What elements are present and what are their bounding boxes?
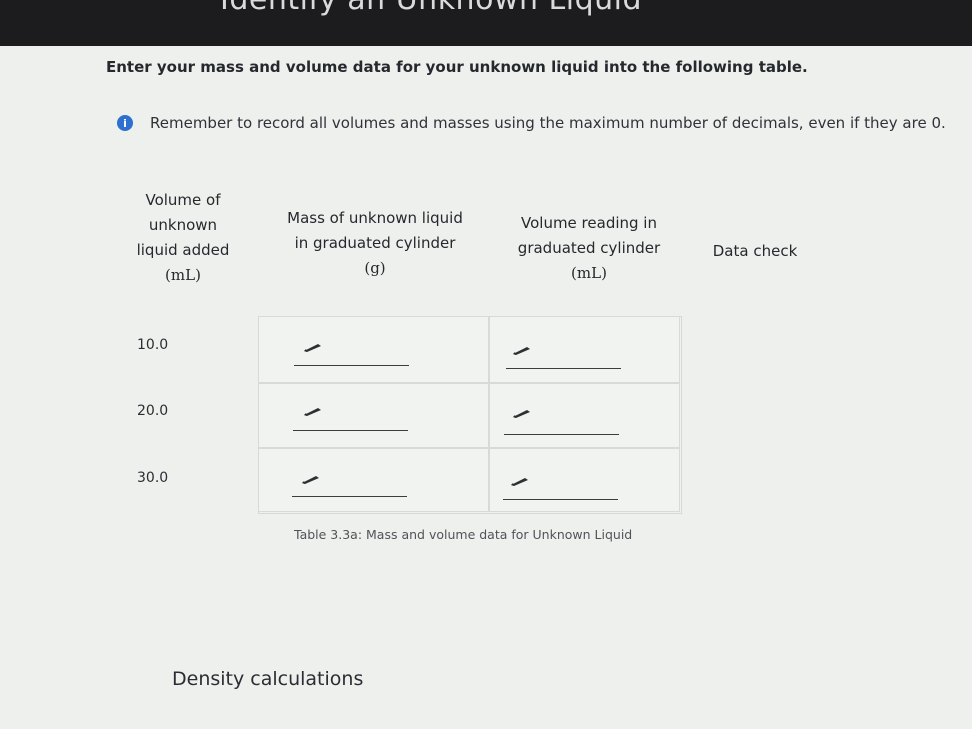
input-underline <box>294 365 409 366</box>
pencil-icon <box>302 476 319 484</box>
row-label-volume: 20.0 <box>137 403 169 419</box>
page-header-title: Identify an Unknown Liquid <box>220 0 642 17</box>
input-underline <box>292 496 407 497</box>
column-header-volume-added: Volume of unknown liquid added (mL) <box>128 188 238 288</box>
volume-reading-input-cell[interactable] <box>489 383 680 448</box>
row-label-volume: 10.0 <box>137 337 169 353</box>
header-line: in graduated cylinder <box>294 234 456 252</box>
header-line: Mass of unknown liquid <box>287 209 463 227</box>
header-line: unknown <box>148 216 218 234</box>
header-unit: (g) <box>364 259 386 277</box>
table-caption: Table 3.3a: Mass and volume data for Unk… <box>294 527 633 542</box>
volume-reading-input-cell[interactable] <box>489 316 680 383</box>
column-header-volume-reading: Volume reading in graduated cylinder (mL… <box>495 211 683 286</box>
info-note-text: Remember to record all volumes and masse… <box>150 114 946 132</box>
header-line: graduated cylinder <box>517 239 661 257</box>
header-unit: (mL) <box>165 266 201 284</box>
pencil-icon <box>513 410 530 418</box>
mass-input-cell[interactable] <box>258 383 489 448</box>
pencil-icon <box>304 408 321 416</box>
header-unit: (mL) <box>571 264 607 282</box>
input-underline <box>503 499 618 500</box>
row-label-volume: 30.0 <box>137 470 169 486</box>
input-underline <box>504 434 619 435</box>
info-icon: i <box>117 115 133 131</box>
mass-input-cell[interactable] <box>258 316 489 383</box>
input-underline <box>506 368 621 369</box>
header-line: liquid added <box>136 241 230 259</box>
header-line: Volume of <box>145 191 221 209</box>
top-bar: Identify an Unknown Liquid <box>0 0 972 46</box>
info-note: i Remember to record all volumes and mas… <box>117 114 946 132</box>
section-title: Density calculations <box>172 668 364 690</box>
input-underline <box>293 430 408 431</box>
pencil-icon <box>304 344 321 352</box>
column-header-mass: Mass of unknown liquid in graduated cyli… <box>268 206 482 281</box>
pencil-icon <box>513 347 530 355</box>
instruction-text: Enter your mass and volume data for your… <box>106 58 808 76</box>
mass-input-cell[interactable] <box>258 448 489 512</box>
header-line: Volume reading in <box>521 214 657 232</box>
volume-reading-input-cell[interactable] <box>489 448 680 512</box>
column-header-data-check: Data check <box>700 239 810 264</box>
header-line: Data check <box>712 242 798 260</box>
pencil-icon <box>511 478 528 486</box>
